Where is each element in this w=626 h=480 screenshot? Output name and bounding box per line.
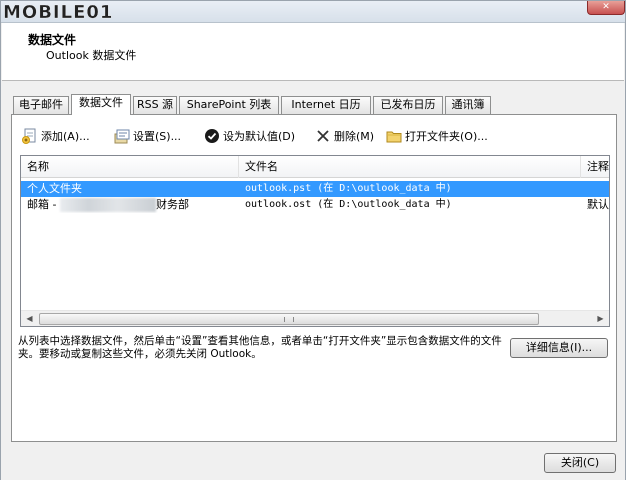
list-item-personal-folders[interactable]: 个人文件夹 outlook.pst (在 D:\outlook_data 中)	[21, 181, 609, 197]
toolbar: 添加(A)... 设置(S)... 设为默认值(D) 删除(M) 打开文件夹(O…	[22, 127, 612, 147]
details-button[interactable]: 详细信息(I)...	[510, 338, 608, 358]
open-folder-button-label: 打开文件夹(O)...	[405, 130, 488, 143]
tab-sharepoint[interactable]: SharePoint 列表	[179, 96, 279, 114]
row-filename: outlook.ost (在 D:\outlook_data 中)	[245, 199, 452, 210]
scrollbar-grip-icon	[284, 317, 294, 322]
row-comment: 默认	[587, 198, 609, 211]
add-button[interactable]: 添加(A)...	[22, 127, 90, 147]
page-subtitle: Outlook 数据文件	[46, 49, 137, 62]
instructions-text: 从列表中选择数据文件，然后单击“设置”查看其他信息，或者单击“打开文件夹”显示包…	[18, 335, 502, 360]
tab-rss[interactable]: RSS 源	[133, 96, 177, 114]
redacted-block	[59, 198, 156, 212]
row-name: 邮箱 - 财务部	[27, 197, 239, 213]
scroll-left-arrow-icon[interactable]: ◀	[21, 311, 38, 326]
settings-button[interactable]: 设置(S)...	[114, 127, 181, 147]
add-file-icon	[22, 128, 38, 144]
data-file-list[interactable]: 名称 文件名 注释 个人文件夹 outlook.pst (在 D:\outloo…	[20, 155, 610, 327]
title-bar[interactable]: MOBILE01 ✕	[1, 1, 625, 23]
open-folder-button[interactable]: 打开文件夹(O)...	[386, 127, 488, 147]
tab-strip: 电子邮件 数据文件 RSS 源 SharePoint 列表 Internet 日…	[11, 94, 611, 115]
row-name-prefix: 邮箱 -	[27, 198, 60, 211]
remove-button-label: 删除(M)	[334, 130, 375, 143]
list-header: 名称 文件名 注释	[21, 156, 609, 178]
account-settings-window: MOBILE01 ✕ 数据文件 Outlook 数据文件 电子邮件 数据文件 R…	[0, 0, 626, 480]
tab-email[interactable]: 电子邮件	[13, 96, 69, 114]
settings-icon	[114, 128, 130, 144]
folder-icon	[386, 128, 402, 144]
tab-internet-calendar[interactable]: Internet 日历	[281, 96, 371, 114]
tab-address-book[interactable]: 通讯簿	[445, 96, 491, 114]
horizontal-scrollbar[interactable]: ◀ ▶	[21, 310, 609, 326]
watermark-logo: MOBILE01	[3, 2, 114, 23]
row-name-suffix: 财务部	[155, 198, 189, 211]
window-close-button[interactable]: ✕	[587, 1, 625, 15]
tab-published-calendar[interactable]: 已发布日历	[373, 96, 443, 114]
tab-data-files[interactable]: 数据文件	[71, 94, 131, 115]
scroll-right-arrow-icon[interactable]: ▶	[592, 311, 609, 326]
data-files-panel: 添加(A)... 设置(S)... 设为默认值(D) 删除(M) 打开文件夹(O…	[11, 114, 617, 442]
column-header-comment[interactable]: 注释	[581, 156, 609, 178]
checkmark-circle-icon	[204, 128, 220, 144]
row-name: 个人文件夹	[27, 182, 82, 195]
page-title: 数据文件	[28, 33, 77, 47]
set-default-button[interactable]: 设为默认值(D)	[204, 127, 295, 147]
remove-button[interactable]: 删除(M)	[315, 127, 374, 147]
settings-button-label: 设置(S)...	[133, 130, 182, 143]
list-item-mailbox[interactable]: 邮箱 - 财务部 outlook.ost (在 D:\outlook_data …	[21, 197, 609, 213]
dialog-footer: 关闭(C)	[1, 446, 625, 480]
scrollbar-thumb[interactable]	[39, 313, 539, 325]
column-header-filename[interactable]: 文件名	[239, 156, 581, 178]
close-button[interactable]: 关闭(C)	[544, 453, 616, 473]
header-panel: 数据文件 Outlook 数据文件	[2, 23, 624, 81]
delete-x-icon	[315, 128, 331, 144]
row-filename: outlook.pst (在 D:\outlook_data 中)	[245, 183, 452, 194]
column-header-name[interactable]: 名称	[21, 156, 239, 178]
add-button-label: 添加(A)...	[41, 130, 90, 143]
set-default-button-label: 设为默认值(D)	[223, 130, 296, 143]
